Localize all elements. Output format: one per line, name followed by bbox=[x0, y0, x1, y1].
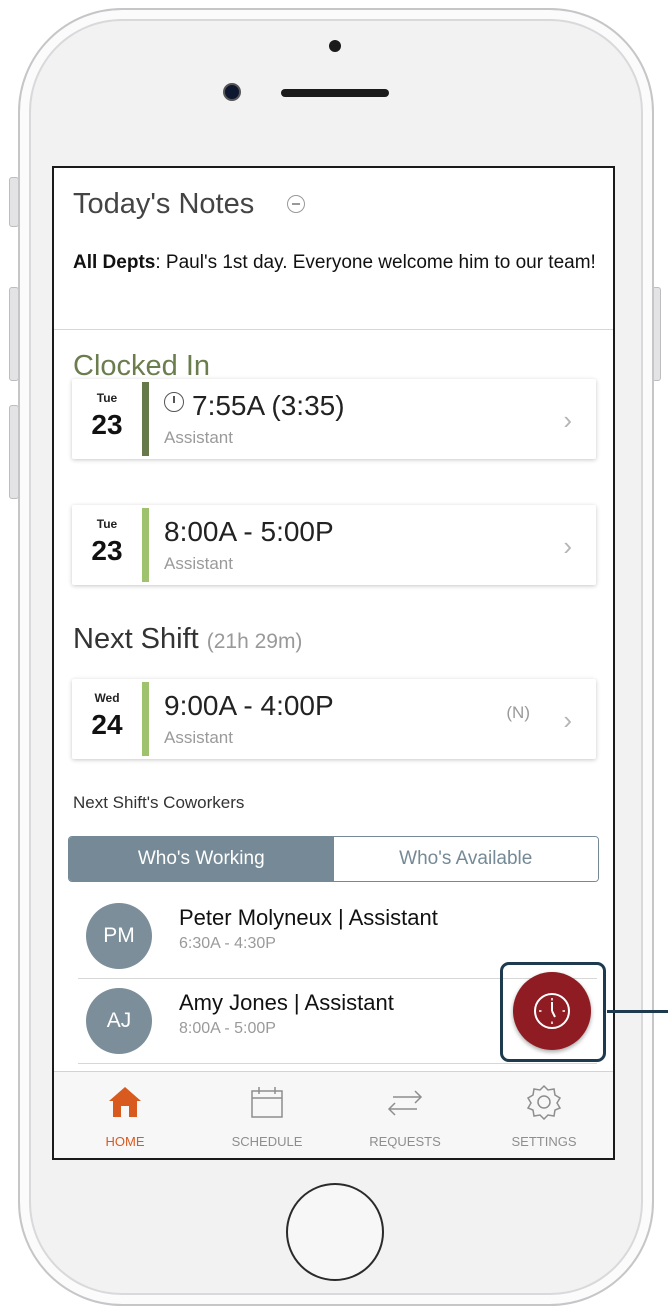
list-divider bbox=[78, 1063, 597, 1064]
next-shift-label: Next Shift bbox=[73, 623, 199, 655]
chevron-right-icon: › bbox=[563, 705, 572, 735]
gear-icon bbox=[526, 1084, 562, 1120]
notes-message: All Depts: Paul's 1st day. Everyone welc… bbox=[73, 246, 603, 279]
tab-home[interactable]: HOME bbox=[55, 1072, 195, 1158]
notes-title: Today's Notes bbox=[73, 188, 255, 220]
tab-schedule[interactable]: SCHEDULE bbox=[197, 1072, 337, 1158]
card-status-bar bbox=[142, 682, 149, 756]
tab-label: REQUESTS bbox=[369, 1134, 441, 1149]
coworker-hours: 8:00A - 5:00P bbox=[179, 1020, 276, 1037]
notes-text: : Paul's 1st day. Everyone welcome him t… bbox=[155, 252, 596, 273]
swap-arrows-icon bbox=[387, 1090, 423, 1116]
card-status-bar bbox=[142, 508, 149, 582]
proximity-sensor bbox=[329, 40, 341, 52]
coworker-segment-control: Who's Working Who's Available bbox=[68, 836, 599, 882]
notes-divider bbox=[54, 329, 613, 330]
card-day-of-week: Tue bbox=[96, 391, 118, 405]
clock-icon bbox=[534, 993, 570, 1029]
avatar: PM bbox=[86, 903, 152, 969]
card-role: Assistant bbox=[164, 554, 233, 573]
card-status-bar bbox=[142, 382, 149, 456]
coworker-name: Peter Molyneux | Assistant bbox=[179, 905, 438, 930]
tab-label: HOME bbox=[105, 1134, 145, 1149]
clocked-in-card[interactable]: Tue 23 7:55A (3:35) Assistant › bbox=[72, 379, 596, 459]
app-screen: Today's Notes All Depts: Paul's 1st day.… bbox=[52, 166, 615, 1160]
clock-icon bbox=[164, 392, 184, 412]
tab-whos-available[interactable]: Who's Available bbox=[333, 837, 598, 881]
chevron-right-icon: › bbox=[563, 531, 572, 561]
card-day-number: 23 bbox=[91, 409, 123, 440]
tab-label: SCHEDULE bbox=[231, 1134, 303, 1149]
card-time: 9:00A - 4:00P bbox=[164, 690, 334, 721]
earpiece-speaker bbox=[281, 89, 389, 97]
card-day-of-week: Tue bbox=[96, 517, 118, 531]
calendar-icon bbox=[251, 1087, 283, 1118]
front-camera bbox=[223, 83, 241, 101]
chevron-right-icon: › bbox=[563, 405, 572, 435]
card-day-number: 24 bbox=[91, 709, 123, 740]
next-shift-countdown: (21h 29m) bbox=[206, 630, 303, 653]
collapse-minus-icon[interactable] bbox=[287, 195, 305, 213]
shift-tag: (N) bbox=[506, 703, 530, 722]
coworker-name: Amy Jones | Assistant bbox=[179, 990, 394, 1015]
card-day-of-week: Wed bbox=[94, 691, 120, 705]
card-time-text: 7:55A (3:35) bbox=[192, 390, 345, 421]
bottom-tab-bar: HOME SCHEDULE REQUESTS SETTINGS bbox=[54, 1071, 613, 1158]
home-icon bbox=[109, 1087, 141, 1117]
card-time: 7:55A (3:35) bbox=[164, 390, 345, 422]
tab-settings[interactable]: SETTINGS bbox=[474, 1072, 613, 1158]
card-time: 8:00A - 5:00P bbox=[164, 516, 334, 547]
card-role: Assistant bbox=[164, 428, 233, 447]
avatar: AJ bbox=[86, 988, 152, 1054]
callout-line bbox=[607, 1010, 668, 1013]
next-shift-card[interactable]: Wed 24 9:00A - 4:00P Assistant (N) › bbox=[72, 679, 596, 759]
tab-label: SETTINGS bbox=[511, 1134, 577, 1149]
notes-dept-label: All Depts bbox=[73, 252, 156, 273]
clock-in-button[interactable] bbox=[513, 972, 591, 1050]
home-hardware-button[interactable] bbox=[286, 1183, 384, 1281]
card-role: Assistant bbox=[164, 728, 233, 747]
tab-requests[interactable]: REQUESTS bbox=[335, 1072, 475, 1158]
coworker-hours: 6:30A - 4:30P bbox=[179, 935, 276, 952]
coworkers-label: Next Shift's Coworkers bbox=[73, 793, 245, 812]
tab-whos-working[interactable]: Who's Working bbox=[69, 837, 334, 881]
next-shift-title: Next Shift (21h 29m) bbox=[73, 623, 302, 656]
card-day-number: 23 bbox=[91, 535, 123, 566]
scheduled-shift-card[interactable]: Tue 23 8:00A - 5:00P Assistant › bbox=[72, 505, 596, 585]
